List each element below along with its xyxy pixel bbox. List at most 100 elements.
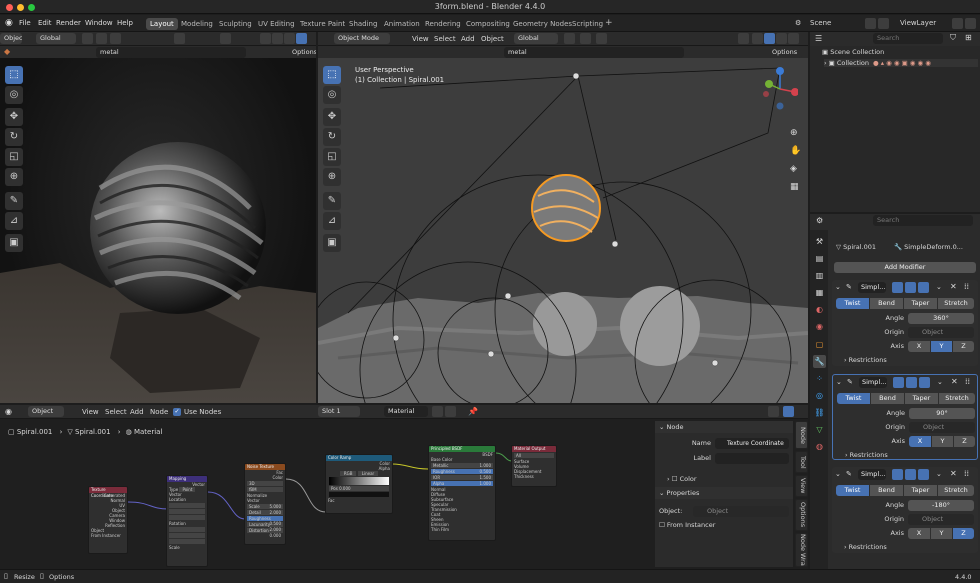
mode-stretch-button[interactable]: Stretch: [938, 298, 974, 309]
main-cursor-tool[interactable]: ◎: [323, 86, 341, 104]
duplicate-material-icon[interactable]: [432, 406, 443, 417]
modifier-menu-icon[interactable]: ⌄: [936, 283, 942, 291]
node-name-field[interactable]: Texture Coordinate: [715, 438, 789, 449]
scene-name[interactable]: Scene: [810, 19, 831, 27]
workspace-tab-uv-editing[interactable]: UV Editing: [254, 18, 299, 30]
menu-select[interactable]: Select: [434, 35, 456, 43]
ramp-gradient[interactable]: [329, 477, 389, 485]
menu-render[interactable]: Render: [56, 19, 81, 27]
filter-icon[interactable]: ◆: [4, 47, 10, 56]
delete-scene-icon[interactable]: [878, 18, 889, 29]
outliner-filter-icon[interactable]: ⛉: [950, 33, 956, 43]
scale-tool[interactable]: ◱: [5, 148, 23, 166]
edit-mode-toggle-icon[interactable]: [892, 469, 903, 480]
origin-field[interactable]: Object: [908, 514, 974, 525]
main-pivot-icon[interactable]: [564, 33, 575, 44]
main-measure-tool[interactable]: ⊿: [323, 212, 341, 230]
main-orientation-select[interactable]: Global: [514, 33, 558, 44]
axis-y-button[interactable]: Y: [931, 341, 952, 352]
edit-mode-toggle-icon[interactable]: [892, 282, 903, 293]
new-scene-icon[interactable]: [865, 18, 876, 29]
vtab-view[interactable]: View: [795, 475, 808, 497]
restrictions-subpanel[interactable]: › Restrictions: [844, 543, 887, 551]
main-material-icon[interactable]: [776, 33, 787, 44]
move-tool[interactable]: ✥: [5, 108, 23, 126]
render-tab-icon[interactable]: ▤: [813, 252, 826, 265]
left-render-view[interactable]: ⬚ ◎ ✥ ↻ ◱ ⊕ ✎ ⊿ ▣: [0, 58, 316, 403]
properties-search-input[interactable]: Search: [873, 215, 973, 226]
world-tab-icon[interactable]: ◉: [813, 320, 826, 333]
main-proportional-icon[interactable]: [596, 33, 607, 44]
workspace-tab-rendering[interactable]: Rendering: [421, 18, 465, 30]
left-options-button[interactable]: Options: [288, 47, 316, 58]
main-select-box-tool[interactable]: ⬚: [323, 66, 341, 84]
object-field[interactable]: Object: [693, 506, 789, 517]
axis-z-button[interactable]: Z: [953, 341, 974, 352]
cursor-tool[interactable]: ◎: [5, 86, 23, 104]
left-mode-select[interactable]: Object: [0, 33, 22, 44]
main-options-button[interactable]: Options: [768, 47, 802, 58]
properties-section-header[interactable]: ⌄ Properties: [655, 487, 793, 499]
left-orientation-select[interactable]: Global: [36, 33, 76, 44]
vtab-tool[interactable]: Tool: [795, 451, 808, 473]
mode-bend-button[interactable]: Bend: [871, 393, 904, 404]
angle-field[interactable]: -180°: [908, 500, 974, 511]
vtab-node[interactable]: Node: [795, 421, 808, 449]
noise-texture-node[interactable]: Noise Texture Fac Color 3D fBM Normalize…: [244, 463, 286, 545]
mode-twist-button[interactable]: Twist: [836, 298, 869, 309]
render-toggle-icon[interactable]: [919, 377, 930, 388]
snap-nodes-icon[interactable]: [768, 406, 779, 417]
mode-taper-button[interactable]: Taper: [904, 485, 937, 496]
mode-twist-button[interactable]: Twist: [836, 485, 869, 496]
xray-icon[interactable]: [220, 33, 231, 44]
modifier-drag-icon[interactable]: ⁞⁞: [965, 377, 970, 386]
origin-field[interactable]: Object: [909, 422, 975, 433]
new-collection-icon[interactable]: ⊞: [965, 33, 972, 42]
viewport-toggle-icon[interactable]: [905, 282, 916, 293]
properties-editor-icon[interactable]: ⚙: [816, 216, 823, 225]
menu-edit[interactable]: Edit: [38, 19, 52, 27]
modifier-name-field[interactable]: Simpl...: [858, 282, 886, 293]
pivot-icon[interactable]: [82, 33, 93, 44]
modifier-name-field[interactable]: Simpl...: [858, 469, 886, 480]
wireframe-shading-icon[interactable]: [260, 33, 271, 44]
workspace-tab-shading[interactable]: Shading: [345, 18, 381, 30]
workspace-tab-scripting[interactable]: Scripting: [568, 18, 607, 30]
origin-field[interactable]: Object: [908, 327, 974, 338]
left-search-input[interactable]: metal: [96, 47, 246, 58]
output-tab-icon[interactable]: ▥: [813, 269, 826, 282]
add-cube-tool[interactable]: ▣: [5, 234, 23, 252]
principled-bsdf-node[interactable]: Principled BSDF BSDF Base Color Metallic…: [428, 445, 496, 541]
node-section-header[interactable]: ⌄ Node: [655, 421, 793, 433]
modifier-delete-icon[interactable]: ✕: [950, 282, 957, 291]
annotate-tool[interactable]: ✎: [5, 192, 23, 210]
node-mode-select[interactable]: Object: [28, 406, 64, 417]
node-menu-node[interactable]: Node: [150, 408, 168, 416]
transform-tool[interactable]: ⊕: [5, 168, 23, 186]
edit-mode-toggle-icon[interactable]: [893, 377, 904, 388]
viewport-toggle-icon[interactable]: [906, 377, 917, 388]
use-nodes-checkbox[interactable]: ✓: [173, 408, 181, 416]
menu-add[interactable]: Add: [461, 35, 475, 43]
menu-object[interactable]: Object: [481, 35, 504, 43]
angle-field[interactable]: 360°: [908, 313, 974, 324]
menu-help[interactable]: Help: [117, 19, 133, 27]
main-rotate-tool[interactable]: ↻: [323, 128, 341, 146]
mode-twist-button[interactable]: Twist: [837, 393, 870, 404]
snap-icon[interactable]: [96, 33, 107, 44]
pan-view-icon[interactable]: ✋: [790, 146, 801, 156]
scene-tab-icon[interactable]: ◐: [813, 303, 826, 316]
constraints-tab-icon[interactable]: ⛓: [813, 406, 826, 419]
from-instancer-checkbox[interactable]: ☐ From Instancer: [659, 521, 715, 529]
gizmo-icon[interactable]: [174, 33, 185, 44]
menu-file[interactable]: File: [19, 19, 31, 27]
rotate-tool[interactable]: ↻: [5, 128, 23, 146]
workspace-tab-layout[interactable]: Layout: [146, 18, 178, 30]
main-annotate-tool[interactable]: ✎: [323, 192, 341, 210]
modifier-delete-icon[interactable]: ✕: [950, 469, 957, 478]
menu-view[interactable]: View: [412, 35, 429, 43]
restrictions-subpanel[interactable]: › Restrictions: [845, 451, 888, 459]
main-rendered-icon[interactable]: [788, 33, 799, 44]
mode-taper-button[interactable]: Taper: [904, 298, 937, 309]
outliner-search-input[interactable]: Search: [873, 33, 943, 44]
